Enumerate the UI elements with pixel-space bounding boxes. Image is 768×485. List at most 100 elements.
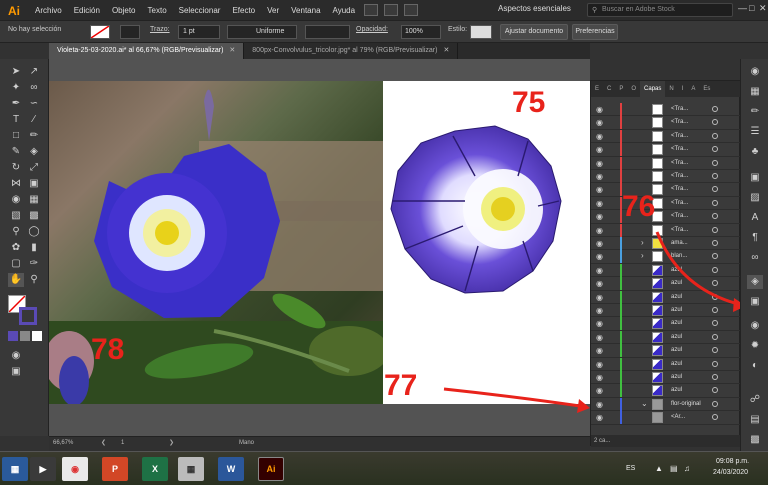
close-icon[interactable]: ✕ [443, 47, 449, 54]
swatches-panel-icon[interactable]: ▦ [748, 85, 762, 99]
artboards-panel-icon[interactable]: ▣ [748, 295, 762, 309]
visibility-eye-icon[interactable]: ◉ [596, 185, 603, 194]
visibility-eye-icon[interactable]: ◉ [596, 293, 603, 302]
layer-row[interactable]: ◉ <Tra... [591, 210, 741, 224]
paintbrush-icon[interactable]: ✏ [26, 129, 42, 143]
stroke-panel-icon[interactable]: ☰ [748, 125, 762, 139]
target-circle-icon[interactable] [712, 387, 718, 394]
tab-capas[interactable]: Capas [640, 81, 666, 97]
visibility-eye-icon[interactable]: ◉ [596, 413, 603, 422]
type-tool-icon[interactable]: T [8, 113, 24, 127]
graph-tool-icon[interactable]: ▮ [26, 241, 42, 255]
expand-arrow-icon[interactable]: › [641, 251, 644, 260]
visibility-eye-icon[interactable]: ◉ [596, 199, 603, 208]
artboard-number[interactable]: 1 [121, 440, 124, 446]
layer-name[interactable]: <Tra... [671, 160, 688, 166]
layer-name[interactable]: azul [671, 307, 682, 313]
menu-texto[interactable]: Texto [142, 6, 173, 15]
visibility-eye-icon[interactable]: ◉ [596, 373, 603, 382]
menu-ver[interactable]: Ver [261, 6, 285, 15]
tab-p[interactable]: P [615, 81, 627, 97]
layer-row[interactable]: ◉ <Tra... [591, 143, 741, 157]
visibility-eye-icon[interactable]: ◉ [596, 159, 603, 168]
visibility-eye-icon[interactable]: ◉ [596, 145, 603, 154]
target-circle-icon[interactable] [712, 186, 718, 193]
target-circle-icon[interactable] [712, 213, 718, 220]
layer-row[interactable]: ◉ azul [591, 290, 741, 304]
visibility-eye-icon[interactable]: ◉ [596, 172, 603, 181]
illustrator-taskbar-icon[interactable]: Ai [258, 457, 284, 481]
graphic-style-swatch[interactable] [470, 25, 492, 39]
eraser-icon[interactable]: ◈ [26, 145, 42, 159]
layer-row[interactable]: ◉ azul [591, 304, 741, 318]
visibility-eye-icon[interactable]: ◉ [596, 346, 603, 355]
layer-row[interactable]: ◉ <Tra... [591, 129, 741, 144]
target-circle-icon[interactable] [712, 173, 718, 179]
layer-row[interactable]: ◉ <Tra... [591, 156, 741, 170]
workspace-switcher[interactable]: Aspectos esenciales [498, 4, 571, 13]
line-tool-icon[interactable]: ∕ [26, 113, 42, 127]
layer-row[interactable]: ◉ › ama... [591, 237, 741, 251]
width-tool-icon[interactable]: ⋈ [8, 177, 24, 191]
links-panel-icon[interactable]: ☍ [748, 393, 762, 407]
menu-seleccionar[interactable]: Seleccionar [173, 6, 227, 15]
visibility-eye-icon[interactable]: ◉ [596, 212, 603, 221]
layer-name[interactable]: azul [671, 294, 682, 300]
target-circle-icon[interactable] [712, 119, 718, 126]
shaper-tool-icon[interactable]: ✎ [8, 145, 24, 159]
target-circle-icon[interactable] [712, 347, 718, 354]
expand-arrow-icon[interactable]: ⌄ [641, 399, 648, 408]
start-icon[interactable]: ▦ [2, 457, 28, 481]
target-circle-icon[interactable] [712, 253, 718, 260]
layer-name[interactable]: azul [671, 334, 682, 340]
volume-icon[interactable]: ♫ [684, 464, 690, 473]
excel-icon[interactable]: X [142, 457, 168, 481]
layer-row[interactable]: ◉ › blan... [591, 250, 741, 264]
language-indicator[interactable]: ES [626, 465, 635, 472]
visibility-eye-icon[interactable]: ◉ [596, 105, 603, 114]
curvature-tool-icon[interactable]: ∽ [26, 97, 42, 111]
target-circle-icon[interactable] [712, 106, 718, 112]
perspective-grid-icon[interactable]: ▦ [26, 193, 42, 207]
layer-name[interactable]: <Tra... [671, 146, 688, 152]
network-icon[interactable]: ▤ [670, 464, 678, 473]
tab-c[interactable]: C [603, 81, 615, 97]
visibility-eye-icon[interactable]: ◉ [596, 386, 603, 395]
stroke-profile-select[interactable]: Uniforme [227, 25, 297, 39]
layer-name[interactable]: <Tra... [671, 133, 688, 139]
next-artboard-icon[interactable]: ❯ [169, 439, 174, 446]
visibility-eye-icon[interactable]: ◉ [596, 319, 603, 328]
menu-edicion[interactable]: Edición [68, 6, 106, 15]
layer-row[interactable]: ◉ <Tra... [591, 103, 741, 117]
stock-icon[interactable] [384, 4, 399, 16]
layer-name[interactable]: <Tra... [671, 213, 688, 219]
layer-name[interactable]: <Ar... [671, 414, 685, 420]
layer-name[interactable]: <Tra... [671, 227, 688, 233]
layer-row[interactable]: ◉ ⌄ flor-original [591, 397, 741, 412]
layer-name[interactable]: azul [671, 267, 682, 273]
glyphs-panel-icon[interactable]: ∞ [748, 251, 762, 265]
minimize-icon[interactable]: — [738, 3, 747, 13]
layer-name[interactable]: flor-original [671, 401, 701, 407]
word-icon[interactable]: W [218, 457, 244, 481]
layer-name[interactable]: <Tra... [671, 186, 688, 192]
layer-row[interactable]: ◉ <Ar... [591, 411, 741, 425]
layer-row[interactable]: ◉ azul [591, 344, 741, 358]
clock-date[interactable]: 24/03/2020 [713, 469, 748, 476]
appearance-panel-icon[interactable]: ◉ [748, 319, 762, 333]
target-circle-icon[interactable] [712, 266, 718, 273]
target-circle-icon[interactable] [712, 307, 718, 313]
calculator-icon[interactable]: ▦ [178, 457, 204, 481]
prev-artboard-icon[interactable]: ❮ [101, 439, 106, 446]
shape-builder-icon[interactable]: ◉ [8, 193, 24, 207]
opacity-label[interactable]: Opacidad: [356, 26, 388, 33]
canvas-area[interactable]: 78 75 77 [49, 59, 590, 436]
layer-name[interactable]: <Tra... [671, 119, 688, 125]
artboard[interactable] [383, 81, 590, 404]
tab-a[interactable]: A [687, 81, 699, 97]
target-circle-icon[interactable] [712, 132, 718, 139]
layer-name[interactable]: azul [671, 280, 682, 286]
pen-tool-icon[interactable]: ✒ [8, 97, 24, 111]
visibility-eye-icon[interactable]: ◉ [596, 333, 603, 342]
tab-es[interactable]: Es [699, 81, 714, 97]
